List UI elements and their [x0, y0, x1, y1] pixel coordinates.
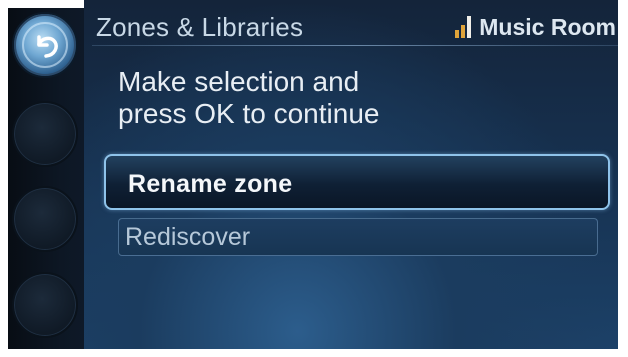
page-title: Zones & Libraries [96, 12, 304, 42]
signal-bar-1 [455, 30, 460, 38]
instruction-text: Make selection and press OK to continue [118, 66, 380, 129]
back-arrow-icon [37, 35, 58, 58]
option-label: Rename zone [128, 170, 293, 198]
back-button[interactable] [12, 12, 78, 78]
signal-bar-3 [467, 16, 472, 38]
option-label: Rediscover [125, 223, 251, 251]
option-rediscover[interactable]: Rediscover [118, 218, 598, 256]
side-button-2[interactable] [12, 101, 78, 167]
room-name: Music Room [479, 14, 616, 40]
room-indicator: Music Room [455, 14, 616, 40]
header-divider [92, 45, 618, 46]
side-button-4[interactable] [12, 272, 78, 338]
side-button-3[interactable] [12, 186, 78, 252]
signal-strength-icon [455, 16, 472, 38]
signal-bar-2 [461, 25, 466, 38]
option-rename-zone[interactable]: Rename zone [104, 154, 610, 210]
